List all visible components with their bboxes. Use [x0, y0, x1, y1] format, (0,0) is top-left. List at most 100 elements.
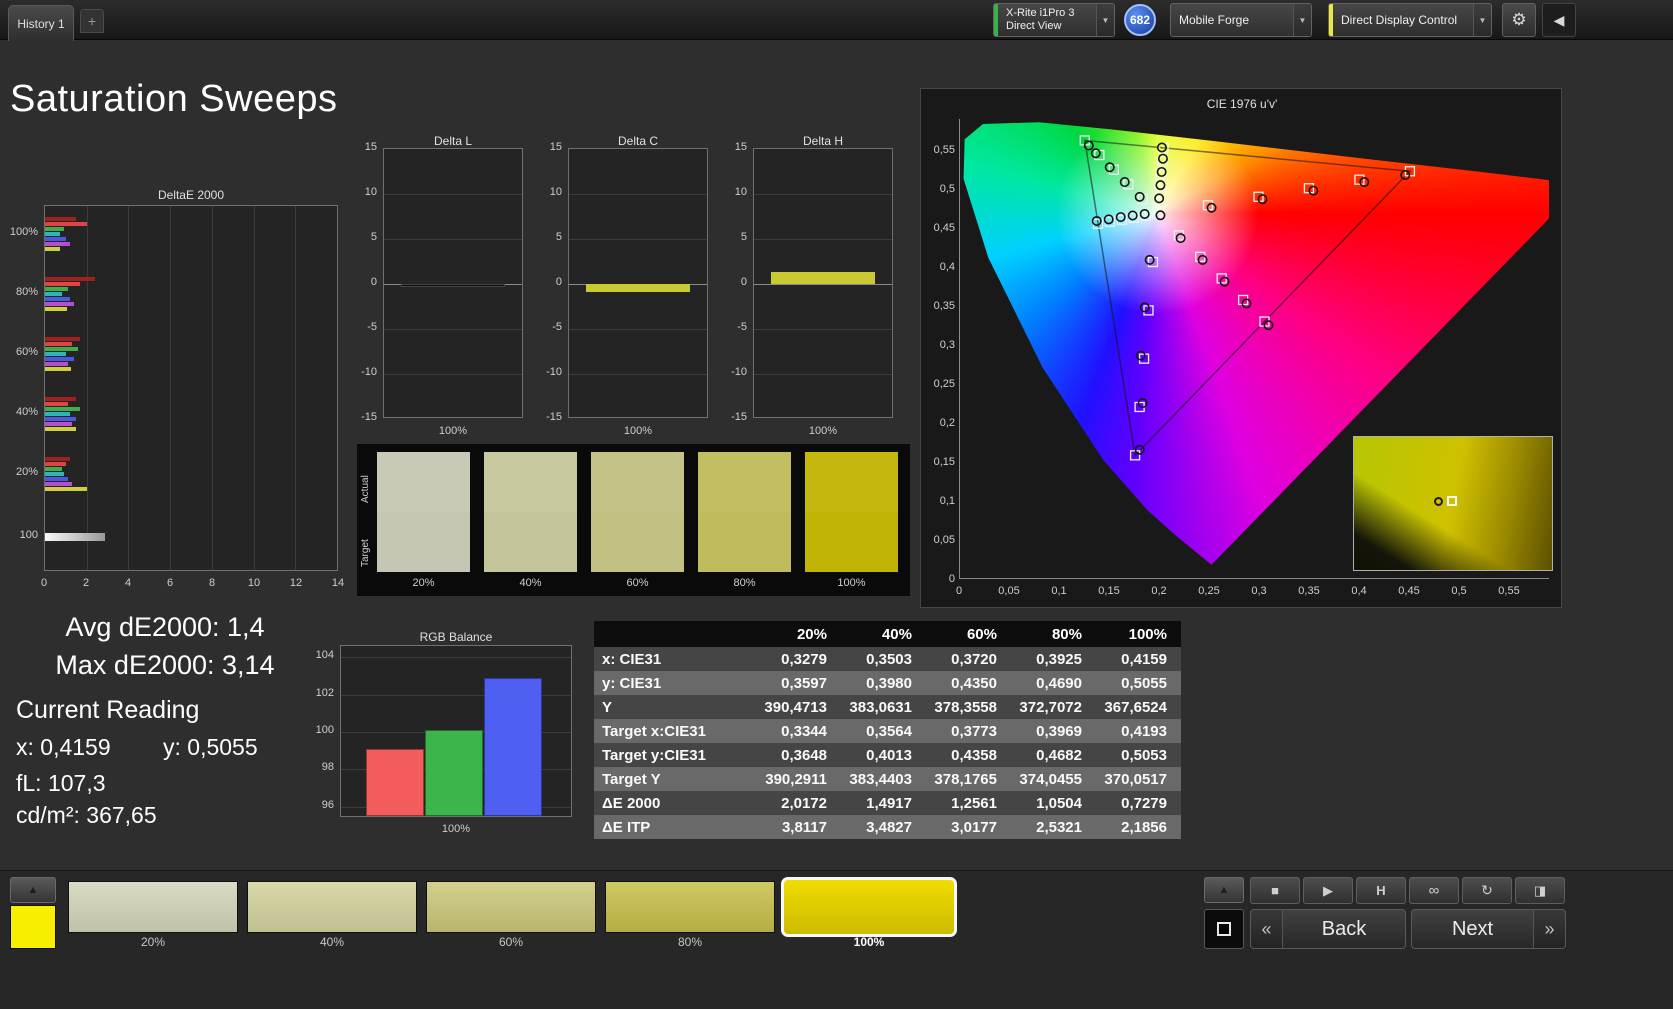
measurement-table: 20% 40% 60% 80% 100% x: CIE31 0,3279 0,3503 0,37…	[594, 621, 1181, 839]
cell-value: 378,3558	[926, 695, 1011, 719]
expand-left-button[interactable]: ▲	[10, 877, 56, 903]
bar	[45, 533, 106, 541]
x-tick-label: 0,4	[1351, 585, 1367, 597]
cie-diagram-panel: CIE 1976 u'v' 0 0 0,05 0,05 0,1 0,1 0,15 0,15 0,…	[920, 88, 1562, 608]
show-target-button[interactable]	[1204, 909, 1244, 949]
gridline	[341, 657, 571, 659]
back-button[interactable]: « Back	[1250, 909, 1406, 949]
control-dropdown[interactable]: Direct Display Control ▼	[1328, 3, 1492, 37]
y-tick-label: -5	[737, 321, 747, 333]
source-dropdown[interactable]: Mobile Forge ▼	[1170, 3, 1312, 37]
patch-label: 60%	[626, 577, 649, 589]
bar	[45, 482, 73, 486]
cell-value: 0,4013	[841, 743, 926, 767]
saturation-button-60%[interactable]	[426, 881, 596, 933]
bar	[45, 217, 77, 221]
x-tick-label: 8	[208, 577, 216, 589]
saturation-button-100%[interactable]	[781, 877, 957, 937]
cell-value: 374,0455	[1011, 767, 1096, 791]
collapse-panel-button[interactable]: ◀	[1542, 3, 1576, 37]
table-row: Target Y 390,2911 383,4403 378,1765 374,0455…	[594, 767, 1181, 791]
delta-bar	[770, 272, 876, 284]
expand-right-button[interactable]: ▲	[1204, 877, 1244, 903]
y-tick-label: 15	[364, 141, 377, 153]
cell-value: 2,1856	[1096, 815, 1181, 839]
saturation-button-40%[interactable]	[247, 881, 417, 933]
measured-marker	[1241, 298, 1252, 309]
y-tick-label: 100	[315, 724, 334, 736]
next-button[interactable]: Next »	[1411, 909, 1566, 949]
patch-label: 20%	[412, 577, 435, 589]
x-tick-label: 0,1	[1051, 585, 1067, 597]
target-patch	[377, 512, 470, 572]
row-label: y: CIE31	[594, 671, 756, 695]
x-tick-label: 0,55	[1498, 585, 1520, 597]
patch-label: 100%	[837, 577, 866, 589]
row-label: Y	[594, 695, 756, 719]
delta-h-plot	[753, 148, 893, 418]
bar	[45, 307, 67, 311]
settings-button[interactable]: ⚙	[1502, 3, 1536, 37]
bar	[45, 487, 88, 491]
top-bar: History 1 + X-Rite i1Pro 3 Direct View ▼…	[0, 0, 1673, 41]
column-header: 60%	[926, 621, 1011, 647]
x-tick-label: 0	[955, 585, 963, 597]
x-tick-label: 10	[247, 577, 261, 589]
half-square-icon: ◨	[1533, 882, 1547, 898]
display-mode-button[interactable]: ◨	[1515, 877, 1565, 904]
control-label: Direct Display Control	[1341, 13, 1458, 27]
bar	[45, 227, 64, 231]
actual-patch	[484, 452, 577, 512]
cie-zoom-inset	[1353, 436, 1553, 571]
cell-value: 0,4690	[1011, 671, 1096, 695]
rgb-balance-chart: RGB Balance 96 98 100 102 104 100%	[300, 626, 580, 841]
bar	[45, 362, 68, 366]
saturation-patch	[591, 452, 684, 572]
y-tick-label: 15	[734, 141, 747, 153]
add-tab-button[interactable]: +	[80, 9, 104, 33]
delta-h-chart: Delta H 15 10 5 0 -5 -10 -15 100%	[715, 132, 900, 442]
bar	[45, 427, 77, 431]
gear-icon: ⚙	[1511, 10, 1527, 29]
continuous-measure-button[interactable]: ∞	[1409, 877, 1459, 904]
column-header	[594, 621, 756, 647]
meter-dropdown[interactable]: X-Rite i1Pro 3 Direct View ▼	[993, 3, 1115, 37]
back-chevron-icon: «	[1251, 910, 1283, 948]
gridline	[384, 374, 522, 375]
measurement-count-badge[interactable]: 682	[1124, 4, 1156, 36]
play-button[interactable]: ▶	[1303, 877, 1353, 904]
y-tick-label: -10	[546, 366, 562, 378]
cell-value: 0,4193	[1096, 719, 1181, 743]
x-tick-label: 0,15	[1098, 585, 1120, 597]
bar	[45, 247, 61, 251]
chevron-down-icon: ▼	[1096, 4, 1114, 36]
y-tick-label: -15	[546, 411, 562, 423]
cell-value: 378,1765	[926, 767, 1011, 791]
refresh-button[interactable]: ↻	[1462, 877, 1512, 904]
saturation-button-80%[interactable]	[605, 881, 775, 933]
gridline	[569, 374, 707, 375]
x-tick-label: 0,3	[1251, 585, 1267, 597]
target-patch	[698, 512, 791, 572]
gridline	[569, 194, 707, 195]
cell-value: 0,3597	[756, 671, 841, 695]
cell-value: 383,0631	[841, 695, 926, 719]
saturation-button-label: 60%	[498, 935, 524, 949]
history-tab[interactable]: History 1	[8, 5, 74, 41]
delta-c-chart: Delta C 15 10 5 0 -5 -10 -15 100%	[530, 132, 715, 442]
stop-button[interactable]: ■	[1250, 877, 1300, 904]
chevron-down-icon: ▼	[1473, 4, 1491, 36]
chart-title: CIE 1976 u'v'	[1206, 97, 1278, 111]
y-tick-label: 104	[315, 649, 334, 662]
y-tick-label: 102	[315, 686, 334, 699]
cell-value: 0,3980	[841, 671, 926, 695]
saturation-button-20%[interactable]	[68, 881, 238, 933]
meter-mode: Direct View	[1006, 20, 1062, 32]
gridline	[170, 206, 172, 570]
inset-target-marker	[1447, 496, 1457, 506]
bottom-control-bar: ▲ ▲ ■ ▶ H ∞ ↻ ◨ « Back Next » 20% 40% 60% 8…	[0, 870, 1673, 1009]
gridline	[128, 206, 130, 570]
gridline	[569, 239, 707, 240]
histogram-button[interactable]: H	[1356, 877, 1406, 904]
y-tick-label: 0,25	[933, 378, 955, 391]
